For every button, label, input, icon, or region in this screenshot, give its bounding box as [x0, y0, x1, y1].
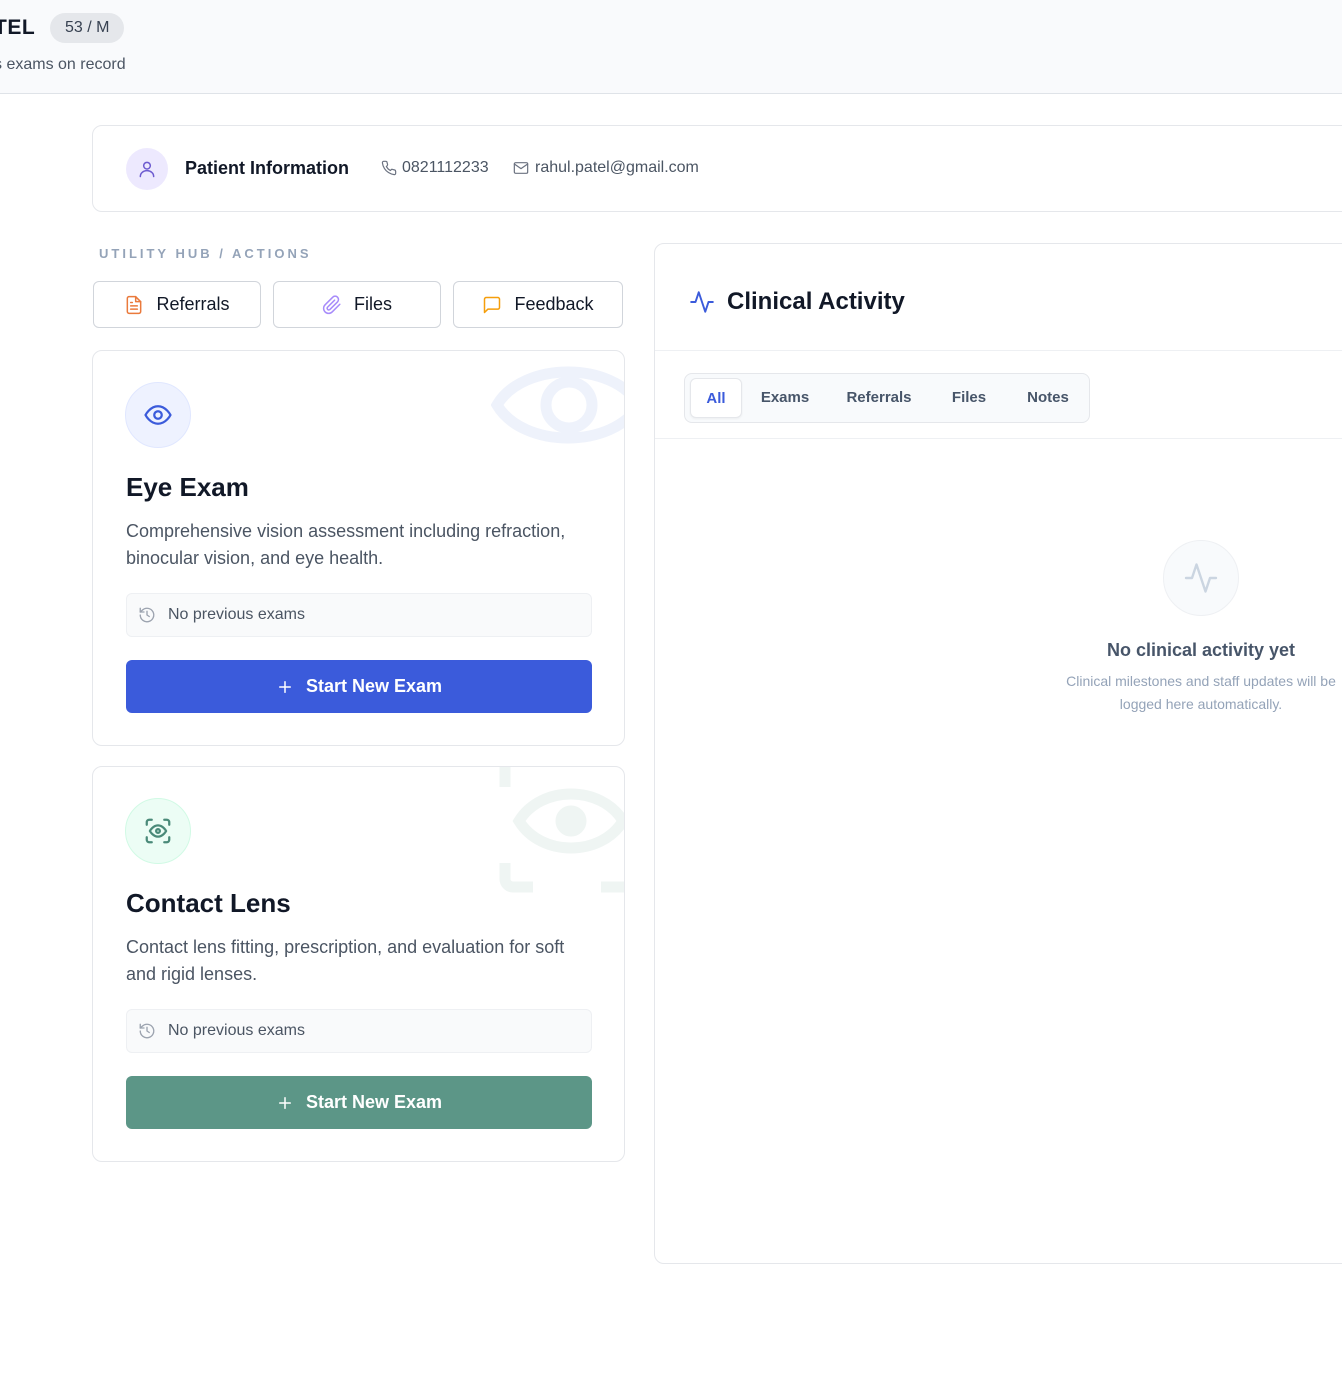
activity-icon [690, 291, 714, 313]
eye-exam-title: Eye Exam [126, 472, 249, 502]
activity-filter-row: All Exams Referrals Files Notes [655, 350, 1342, 439]
files-label: Files [353, 294, 392, 314]
eye-exam-description: Comprehensive vision assessment includin… [126, 521, 566, 568]
tab-all[interactable]: All [690, 378, 742, 418]
referrals-label: Referrals [156, 294, 230, 314]
patient-info-bar: Patient Information 0821112233 rahul.pat… [92, 125, 1342, 212]
phone-icon [381, 160, 397, 176]
user-icon [126, 148, 168, 190]
message-square-icon [484, 296, 501, 313]
patient-header: TEL 53 / M s exams on record [0, 0, 1342, 94]
activity-tabs: All Exams Referrals Files Notes [684, 373, 1090, 423]
previous-exams-text: No previous exams [168, 606, 305, 623]
empty-activity-icon [1163, 540, 1239, 616]
empty-state-title: No clinical activity yet [1106, 640, 1296, 660]
contact-lens-previous: No previous exams [126, 1009, 592, 1053]
activity-title: Clinical Activity [727, 288, 905, 315]
patient-name: TEL [0, 16, 36, 39]
tab-files[interactable]: Files [941, 378, 997, 418]
tab-notes[interactable]: Notes [1017, 378, 1079, 418]
email-text: rahul.patel@gmail.com [535, 159, 699, 176]
eye-watermark-icon [491, 366, 624, 444]
history-icon [139, 607, 155, 623]
referrals-button[interactable]: Referrals [93, 281, 261, 328]
scan-eye-watermark-icon [499, 767, 624, 893]
clinical-activity-panel: Clinical Activity All Exams Referrals Fi… [654, 243, 1342, 1264]
start-eye-exam-button[interactable]: Start New Exam [126, 660, 592, 713]
history-icon [139, 1023, 155, 1039]
contact-lens-title: Contact Lens [126, 888, 291, 918]
contact-lens-description: Contact lens fitting, prescription, and … [126, 937, 565, 984]
files-button[interactable]: Files [273, 281, 441, 328]
phone-text: 0821112233 [402, 159, 489, 176]
contact-lens-card: Contact Lens Contact lens fitting, presc… [92, 766, 625, 1162]
tab-referrals[interactable]: Referrals [837, 378, 921, 418]
patient-email[interactable]: rahul.patel@gmail.com [513, 159, 699, 177]
eye-icon [125, 382, 191, 448]
age-sex-badge: 53 / M [50, 13, 125, 43]
eye-exam-card: Eye Exam Comprehensive vision assessment… [92, 350, 625, 746]
file-text-icon [127, 295, 142, 314]
exam-count: s exams on record [0, 56, 126, 73]
mail-icon [513, 162, 529, 174]
plus-icon [278, 680, 291, 693]
start-exam-label: Start New Exam [305, 1092, 443, 1112]
patient-phone[interactable]: 0821112233 [381, 159, 489, 177]
patient-info-title: Patient Information [185, 158, 350, 178]
plus-icon [278, 1096, 291, 1109]
scan-eye-icon [125, 798, 191, 864]
previous-exams-text: No previous exams [168, 1022, 305, 1039]
eye-exam-previous: No previous exams [126, 593, 592, 637]
paperclip-icon [322, 294, 341, 314]
start-exam-label: Start New Exam [305, 676, 443, 696]
start-contact-lens-exam-button[interactable]: Start New Exam [126, 1076, 592, 1129]
feedback-button[interactable]: Feedback [453, 281, 623, 328]
empty-state-subtitle: Clinical milestones and staff updates wi… [1066, 673, 1336, 712]
tab-exams[interactable]: Exams [753, 378, 817, 418]
activity-header: Clinical Activity [655, 244, 1342, 351]
utility-hub-label: UTILITY HUB / ACTIONS [99, 246, 312, 261]
feedback-label: Feedback [514, 294, 594, 314]
